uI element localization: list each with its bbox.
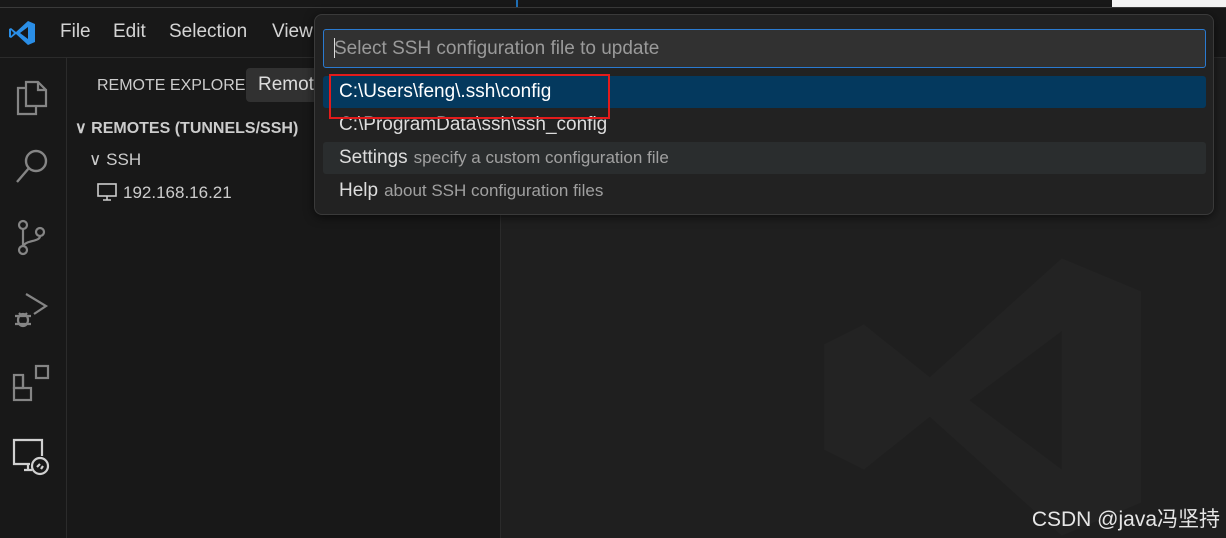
item-description: specify a custom configuration file xyxy=(413,148,669,167)
item-label: Settings xyxy=(339,147,408,168)
menu-view[interactable]: View xyxy=(272,21,313,43)
host-label: 192.168.16.21 xyxy=(123,183,232,202)
group-label: SSH xyxy=(106,150,142,169)
highlight-annotation-box xyxy=(329,74,610,119)
run-debug-icon[interactable] xyxy=(12,290,52,330)
ssh-group[interactable]: ∨ SSH xyxy=(89,150,141,170)
source-control-icon[interactable] xyxy=(12,218,52,258)
quick-pick-input[interactable]: Select SSH configuration file to update xyxy=(323,29,1206,68)
remotes-section-header[interactable]: ∨ REMOTES (TUNNELS/SSH) xyxy=(75,118,298,138)
item-description: about SSH configuration files xyxy=(384,181,604,200)
explorer-icon[interactable] xyxy=(12,76,52,116)
vscode-watermark-logo-icon xyxy=(824,258,1141,536)
menu-selection[interactable]: Selection xyxy=(169,21,247,43)
extensions-icon[interactable] xyxy=(12,362,52,402)
menu-edit[interactable]: Edit xyxy=(113,21,146,43)
input-placeholder: Select SSH configuration file to update xyxy=(334,38,660,59)
top-divider xyxy=(516,0,518,7)
remote-explorer-icon[interactable] xyxy=(12,436,52,476)
item-label: Help xyxy=(339,180,379,201)
chevron-down-icon: ∨ xyxy=(75,120,92,137)
quick-pick-item-settings[interactable]: Settings specify a custom configuration f… xyxy=(323,142,1206,174)
section-label: REMOTES (TUNNELS/SSH) xyxy=(91,120,299,137)
vscode-logo-icon xyxy=(9,21,35,45)
window-top-strip xyxy=(0,0,1226,8)
monitor-icon xyxy=(97,183,117,201)
search-icon[interactable] xyxy=(12,146,52,186)
quick-pick-item-help[interactable]: Help about SSH configuration files xyxy=(323,175,1206,207)
background-window xyxy=(1112,0,1226,7)
host-item[interactable]: 192.168.16.21 xyxy=(97,183,232,203)
csdn-watermark: CSDN @java冯坚持 xyxy=(1031,508,1220,531)
activity-bar xyxy=(0,58,67,538)
chevron-down-icon: ∨ xyxy=(89,150,107,169)
sidebar-title: REMOTE EXPLORER xyxy=(97,77,258,94)
menu-file[interactable]: File xyxy=(60,21,91,43)
